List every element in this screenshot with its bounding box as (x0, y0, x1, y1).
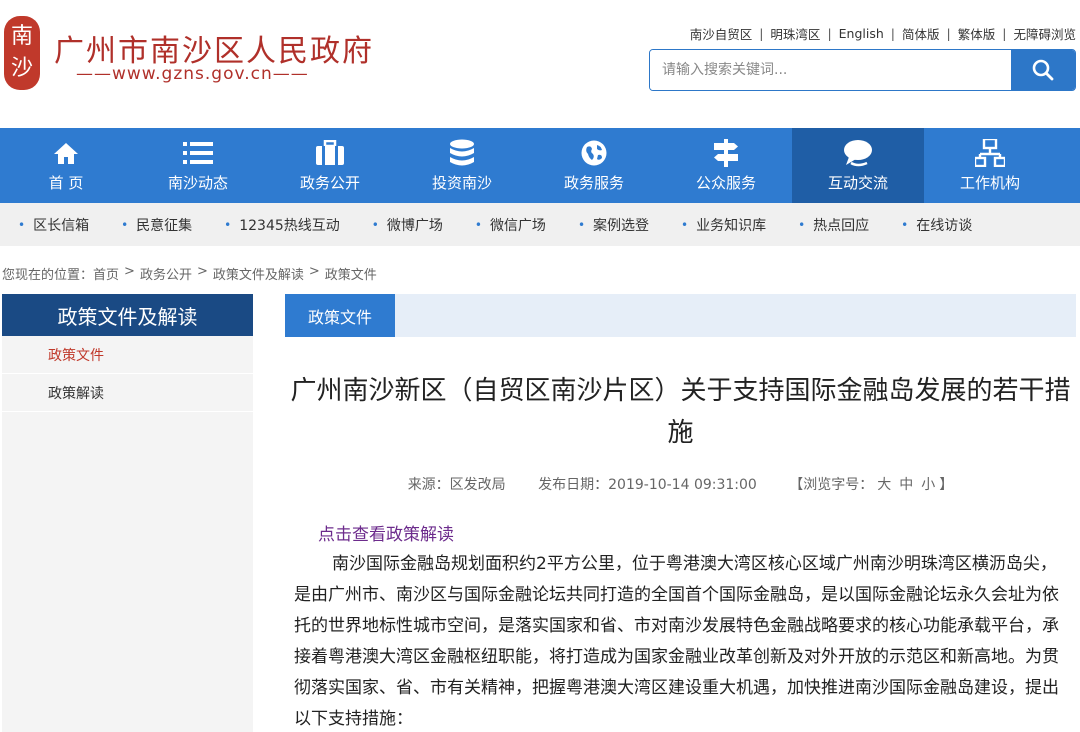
list-icon (183, 142, 213, 164)
nav-interaction[interactable]: 互动交流 (792, 128, 924, 203)
globe-icon (581, 140, 607, 166)
bullet-icon: • (121, 217, 129, 232)
article-source: 来源：区发改局 (407, 477, 506, 493)
breadcrumb-policy[interactable]: 政策文件及解读 (213, 264, 304, 283)
top-link-mingzhu-bay[interactable]: 明珠湾区 (770, 24, 820, 43)
font-size-switcher: 【浏览字号：大中小】 (789, 477, 953, 493)
nav-public-service[interactable]: 公众服务 (660, 128, 792, 203)
nav-label: 政务公开 (299, 174, 360, 192)
font-size-medium[interactable]: 中 (899, 477, 913, 493)
nav-label: 工作机构 (959, 174, 1020, 192)
sidebar-item-policy-docs[interactable]: 政策文件 (2, 336, 253, 374)
subnav-item[interactable]: • 在线访谈 (901, 215, 972, 235)
home-icon (54, 143, 78, 164)
top-link-simplified[interactable]: 简体版 (902, 24, 940, 43)
policy-interpretation-link[interactable]: 点击查看政策解读 (318, 520, 454, 545)
content-tabbar: 政策文件 (285, 294, 1076, 337)
bullet-icon: • (798, 217, 806, 232)
font-size-suffix: 】 (939, 477, 954, 493)
nav-invest[interactable]: 投资南沙 (396, 128, 528, 203)
font-size-prefix: 【浏览字号： (789, 477, 874, 493)
nav-label: 公众服务 (695, 174, 756, 192)
site-header: 南 沙 广州市南沙区人民政府 ——www.gzns.gov.cn—— 南沙自贸区… (0, 0, 1080, 128)
font-size-large[interactable]: 大 (877, 477, 891, 493)
article-date: 发布日期：2019-10-14 09:31:00 (538, 477, 757, 493)
nav-label: 投资南沙 (431, 174, 492, 192)
bullet-icon: • (474, 217, 482, 232)
article-title: 广州南沙新区（自贸区南沙片区）关于支持国际金融岛发展的若干措施 (290, 376, 1071, 448)
top-link-accessibility[interactable]: 无障碍浏览 (1013, 24, 1076, 43)
nav-news[interactable]: 南沙动态 (132, 128, 264, 203)
logo-char-2: 沙 (10, 56, 33, 81)
bullet-icon: • (371, 217, 379, 232)
chat-icon (844, 140, 872, 167)
signpost-icon (714, 139, 738, 167)
nav-home[interactable]: 首 页 (0, 128, 132, 203)
article-meta: 来源：区发改局 发布日期：2019-10-14 09:31:00 【浏览字号：大… (285, 474, 1076, 494)
nav-gov-affairs[interactable]: 政务公开 (264, 128, 396, 203)
nav-label: 互动交流 (827, 174, 888, 192)
breadcrumb-gov-affairs[interactable]: 政务公开 (140, 264, 192, 283)
subnav-item[interactable]: • 微信广场 (475, 215, 546, 235)
subnav-item[interactable]: • 民意征集 (121, 215, 192, 235)
sub-nav: • 区长信箱 • 民意征集 • 12345热线互动 • 微博广场 • 微信广场 • 案例选登… (0, 203, 1080, 246)
nav-label: 政务服务 (563, 174, 624, 192)
main-nav: 首 页 南沙动态 政务公开 投资南沙 政务服务 公众服务 互动交流 工作机构 (0, 128, 1080, 203)
site-url: ——www.gzns.gov.cn—— (76, 64, 309, 84)
tab-policy-docs[interactable]: 政策文件 (285, 294, 395, 337)
breadcrumb-home[interactable]: 首页 (93, 264, 119, 283)
search-input[interactable] (650, 50, 1011, 90)
subnav-item[interactable]: • 12345热线互动 (224, 215, 340, 235)
breadcrumb-policy-docs[interactable]: 政策文件 (325, 264, 377, 283)
font-size-small[interactable]: 小 (921, 477, 935, 493)
bullet-icon: • (577, 217, 586, 232)
bullet-icon: • (224, 217, 232, 232)
nav-organizations[interactable]: 工作机构 (924, 128, 1056, 203)
logo-char-1: 南 (10, 24, 33, 49)
nav-gov-service[interactable]: 政务服务 (528, 128, 660, 203)
search-button[interactable] (1011, 50, 1075, 90)
article-body: 南沙国际金融岛规划面积约2平方公里，位于粤港澳大湾区核心区域广州南沙明珠湾区横沥… (294, 554, 1059, 729)
top-links: 南沙自贸区 | 明珠湾区 | English | 简体版 | 繁体版 | 无障碍浏览 (689, 24, 1076, 43)
bullet-icon: • (901, 217, 909, 232)
briefcase-icon (316, 140, 344, 165)
subnav-item[interactable]: • 微博广场 (372, 215, 443, 235)
breadcrumb-separator: > (196, 264, 208, 279)
database-icon (450, 139, 474, 166)
breadcrumb-separator: > (124, 264, 135, 279)
bullet-icon: • (18, 217, 26, 232)
org-chart-icon (975, 139, 1005, 167)
subnav-item[interactable]: • 区长信箱 (18, 215, 89, 235)
top-link-nansha-ftz[interactable]: 南沙自贸区 (690, 24, 753, 43)
breadcrumb-prefix: 您现在的位置： (2, 268, 94, 283)
sidebar-title: 政策文件及解读 (2, 294, 253, 336)
sidebar-item-policy-interpretation[interactable]: 政策解读 (2, 374, 253, 412)
breadcrumb-separator: > (308, 264, 320, 279)
breadcrumb: 您现在的位置： 首页 > 政务公开 > 政策文件及解读 > 政策文件 (2, 264, 377, 283)
top-link-english[interactable]: English (839, 26, 884, 41)
nav-label: 南沙动态 (167, 174, 228, 192)
top-link-traditional[interactable]: 繁体版 (958, 24, 996, 43)
search-icon (1032, 59, 1054, 81)
site-logo[interactable]: 南 沙 (4, 16, 40, 90)
sidebar-list: 政策文件 政策解读 (2, 336, 253, 732)
search-box (649, 49, 1076, 91)
subnav-item[interactable]: • 热点回应 (798, 215, 869, 235)
subnav-item[interactable]: • 案例选登 (578, 215, 649, 235)
bullet-icon: • (681, 217, 689, 232)
nav-label: 首 页 (48, 174, 84, 192)
subnav-item[interactable]: • 业务知识库 (681, 215, 766, 235)
